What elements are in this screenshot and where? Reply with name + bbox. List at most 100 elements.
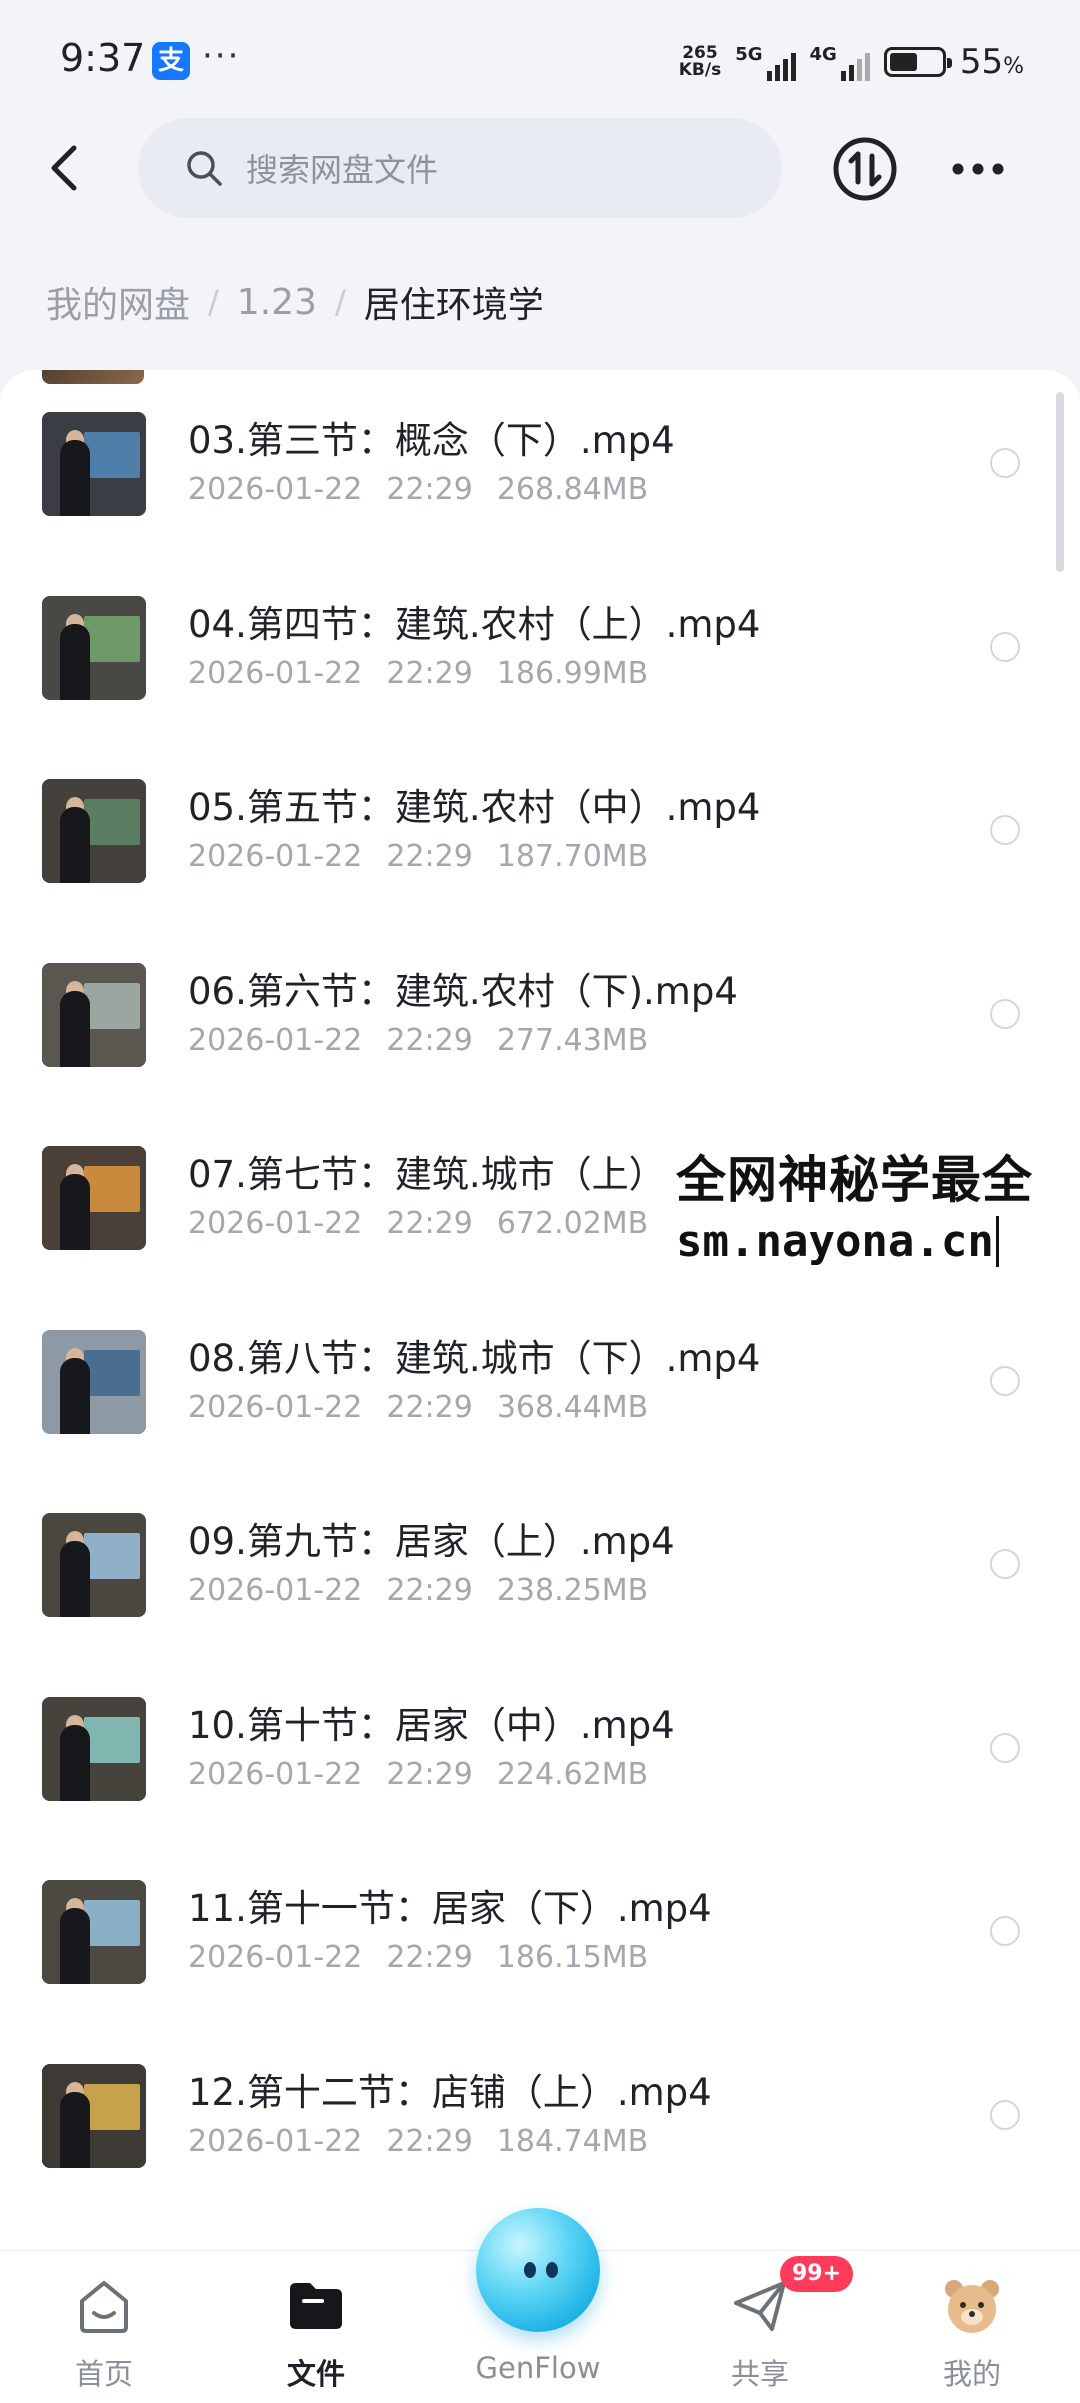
- file-meta: 2026-01-22 22:29 268.84MB: [188, 472, 648, 507]
- file-row[interactable]: 05.第五节：建筑.农村（中）.mp4 2026-01-22 22:29 187.70…: [0, 737, 1080, 920]
- file-time: 22:29: [386, 655, 473, 691]
- nav-mine-label: 我的: [942, 2357, 1001, 2391]
- thumbnail-screen: [84, 1166, 140, 1212]
- thumbnail-person: [60, 623, 90, 700]
- file-row[interactable]: 10.第十节：居家（中）.mp4 2026-01-22 22:29 224.62MB: [0, 1655, 1080, 1838]
- breadcrumb-separator: /: [334, 283, 346, 321]
- file-name: 03.第三节：概念（下）.mp4: [188, 419, 675, 462]
- nav-home-label: 首页: [74, 2357, 133, 2391]
- breadcrumb-separator: /: [208, 283, 219, 321]
- nav-share-label: 共享: [730, 2357, 789, 2391]
- back-arrow-icon[interactable]: [36, 138, 96, 198]
- thumbnail-person: [60, 1357, 90, 1434]
- battery-level: [889, 53, 918, 71]
- signal-5g-icon: 5G: [735, 44, 796, 81]
- file-row[interactable]: 12.第十二节：店铺（上）.mp4 2026-01-22 22:29 184.74MB: [0, 2022, 1080, 2205]
- file-size: 277.43MB: [496, 1022, 649, 1058]
- video-thumbnail: [42, 595, 146, 700]
- file-meta: 2026-01-22 22:29 186.15MB: [188, 1940, 648, 1975]
- file-size: 672.02MB: [496, 1206, 649, 1241]
- status-indicators: 265 KB/s 5G 4G 55%: [679, 40, 1024, 84]
- search-input[interactable]: 搜索网盘文件: [138, 118, 782, 218]
- thumbnail-person: [60, 2091, 90, 2168]
- file-row[interactable]: 03.第三节：概念（下）.mp4 2026-01-22 22:29 268.84MB: [0, 370, 1080, 553]
- file-date: 2026-01-22: [188, 2123, 363, 2159]
- file-row[interactable]: 11.第十一节：居家（下）.mp4 2026-01-22 22:29 186.15MB: [0, 1838, 1080, 2021]
- more-options-icon[interactable]: [948, 144, 1008, 194]
- breadcrumb-current: 居住环境学: [363, 285, 544, 326]
- file-row[interactable]: 08.第八节：建筑.城市（下）.mp4 2026-01-22 22:29 368.44…: [0, 1288, 1080, 1471]
- select-checkbox[interactable]: [990, 998, 1020, 1029]
- file-date: 2026-01-22: [188, 1022, 363, 1058]
- file-name: 12.第十二节：店铺（上）.mp4: [188, 2070, 712, 2114]
- file-row[interactable]: 04.第四节：建筑.农村（上）.mp4 2026-01-22 22:29 186.99…: [0, 554, 1080, 737]
- thumbnail-person: [60, 1724, 90, 1801]
- thumbnail-screen: [84, 1900, 140, 1946]
- thumbnail-person: [60, 1541, 90, 1617]
- alipay-icon: 支: [152, 42, 190, 80]
- file-date: 2026-01-22: [188, 655, 363, 691]
- nav-files[interactable]: 文件: [236, 2251, 396, 2403]
- thumbnail-person: [60, 440, 90, 516]
- file-name: 06.第六节：建筑.农村（下).mp4: [188, 969, 738, 1013]
- file-name: 10.第十节：居家（中）.mp4: [188, 1703, 675, 1747]
- orb-eye: [524, 2262, 536, 2278]
- select-checkbox[interactable]: [990, 631, 1020, 662]
- folder-icon: [290, 2283, 342, 2329]
- file-meta: 2026-01-22 22:29 277.43MB: [188, 1023, 648, 1058]
- nav-mine[interactable]: 我的: [892, 2251, 1052, 2403]
- video-thumbnail: [42, 1696, 146, 1801]
- nav-files-label: 文件: [286, 2357, 345, 2391]
- nav-home[interactable]: 首页: [24, 2251, 184, 2403]
- select-checkbox[interactable]: [990, 1365, 1020, 1396]
- genflow-orb-icon[interactable]: [476, 2208, 600, 2332]
- thumbnail-screen: [84, 1349, 140, 1396]
- file-name: 09.第九节：居家（上）.mp4: [188, 1520, 675, 1563]
- file-size: 184.74MB: [496, 2123, 649, 2159]
- select-checkbox[interactable]: [990, 448, 1020, 478]
- top-bar: 搜索网盘文件: [0, 118, 1080, 228]
- thumbnail-screen: [84, 799, 140, 845]
- file-time: 22:29: [386, 2123, 473, 2159]
- select-checkbox[interactable]: [990, 1732, 1020, 1763]
- file-meta: 2026-01-22 22:29 224.62MB: [188, 1757, 648, 1792]
- breadcrumb: 我的网盘 / 1.23 / 居住环境学: [46, 272, 544, 332]
- select-checkbox[interactable]: [990, 2099, 1020, 2130]
- thumbnail-person: [60, 1174, 90, 1250]
- select-checkbox[interactable]: [990, 815, 1020, 845]
- thumbnail-screen: [84, 615, 140, 662]
- app-screen: 9:37 支 ··· 265 KB/s 5G 4G 55% 搜索网盘文件 我的网…: [0, 0, 1080, 2403]
- file-size: 187.70MB: [496, 839, 649, 874]
- breadcrumb-item-root[interactable]: 我的网盘: [46, 276, 190, 328]
- watermark-url: sm.nayona.cn: [676, 1216, 999, 1267]
- thumbnail-person: [60, 990, 90, 1067]
- file-row[interactable]: 06.第六节：建筑.农村（下).mp4 2026-01-22 22:29 277.43…: [0, 921, 1080, 1104]
- file-name: 05.第五节：建筑.农村（中）.mp4: [188, 786, 761, 829]
- watermark-text: 全网神秘学最全: [676, 1151, 1033, 1209]
- video-thumbnail: [42, 1146, 146, 1250]
- breadcrumb-item-folder[interactable]: 1.23: [237, 282, 317, 323]
- thumbnail-screen: [84, 1716, 140, 1763]
- file-meta: 2026-01-22 22:29 184.74MB: [188, 2124, 648, 2159]
- file-size: 268.84MB: [496, 472, 649, 507]
- file-date: 2026-01-22: [188, 1389, 363, 1425]
- select-checkbox[interactable]: [990, 1549, 1020, 1579]
- video-thumbnail: [42, 1329, 146, 1434]
- video-thumbnail: [42, 962, 146, 1067]
- battery-icon: [883, 47, 952, 77]
- transfer-list-icon[interactable]: [832, 136, 898, 202]
- thumbnail-screen: [84, 1533, 140, 1579]
- select-checkbox[interactable]: [990, 1916, 1020, 1946]
- notification-more-icon: ···: [202, 36, 241, 76]
- status-bar: 9:37 支 ··· 265 KB/s 5G 4G 55%: [0, 0, 1080, 120]
- file-size: 224.62MB: [496, 1756, 649, 1792]
- file-date: 2026-01-22: [188, 1573, 363, 1608]
- file-date: 2026-01-22: [188, 1206, 363, 1241]
- file-name: 04.第四节：建筑.农村（上）.mp4: [188, 602, 761, 646]
- search-placeholder: 搜索网盘文件: [246, 151, 439, 189]
- file-row[interactable]: 09.第九节：居家（上）.mp4 2026-01-22 22:29 238.25MB: [0, 1471, 1080, 1654]
- file-time: 22:29: [386, 1389, 473, 1425]
- file-list[interactable]: 03.第三节：概念（下）.mp4 2026-01-22 22:29 268.84MB 0…: [0, 370, 1080, 2250]
- file-time: 22:29: [386, 1022, 473, 1058]
- file-meta: 2026-01-22 22:29 672.02MB: [188, 1206, 648, 1241]
